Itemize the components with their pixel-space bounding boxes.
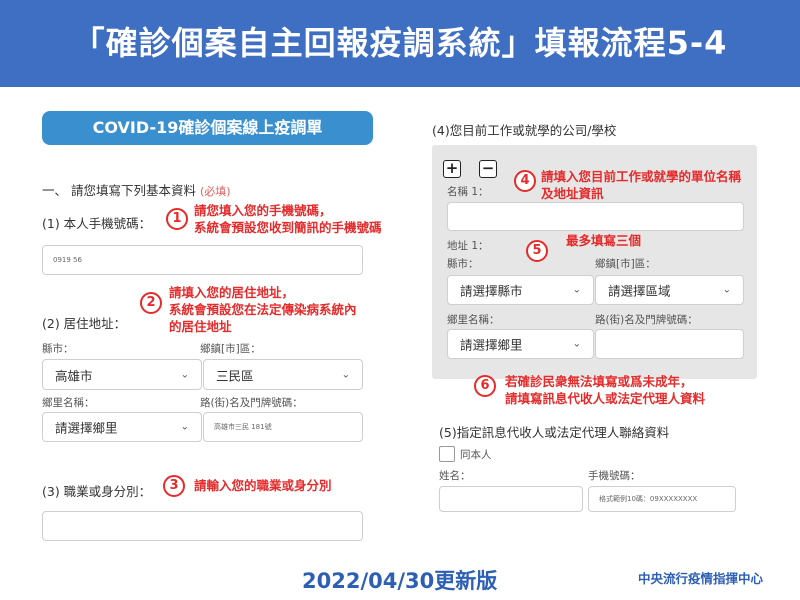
workplace-county-label: 縣市： bbox=[447, 258, 479, 270]
workplace-label: (4)您目前工作或就學的公司/學校 bbox=[432, 123, 617, 138]
form-title: COVID-19確診個案線上疫調單 bbox=[42, 111, 373, 145]
step-2-line-2: 系統會預設您在法定傳染病系統內 bbox=[169, 302, 357, 317]
step-6-line-1: 若確診民衆無法填寫或爲未成年， bbox=[505, 374, 693, 389]
workplace-village-select[interactable]: 請選擇鄉里 ⌄ bbox=[447, 329, 594, 359]
step-1-badge: 1 bbox=[166, 208, 188, 230]
chevron-down-icon: ⌄ bbox=[180, 369, 189, 380]
update-date: 2022/04/30更新版 bbox=[302, 569, 498, 593]
step-4-badge: 4 bbox=[514, 170, 536, 192]
chevron-down-icon: ⌄ bbox=[572, 284, 581, 296]
proxy-name-label: 姓名： bbox=[439, 470, 471, 482]
district-value: 三民區 bbox=[216, 368, 254, 383]
step-3-badge: 3 bbox=[163, 475, 185, 497]
workplace-street-input[interactable] bbox=[595, 329, 744, 359]
step-2-line-1: 請填入您的居住地址， bbox=[169, 285, 295, 300]
step-4-line-1: 請填入您目前工作或就學的單位名稱 bbox=[541, 169, 742, 184]
organization-name: 中央流行疫情指揮中心 bbox=[638, 571, 764, 586]
chevron-down-icon: ⌄ bbox=[572, 338, 581, 350]
workplace-county-value: 請選擇縣市 bbox=[460, 283, 523, 299]
proxy-phone-input[interactable]: 格式範例10碼：09XXXXXXXX bbox=[588, 486, 736, 512]
same-person-checkbox[interactable] bbox=[439, 446, 455, 462]
minus-icon[interactable]: − bbox=[479, 160, 497, 178]
workplace-address-label: 地址 1： bbox=[447, 240, 489, 252]
address-label: (2) 居住地址： bbox=[42, 316, 127, 331]
chevron-down-icon: ⌄ bbox=[722, 284, 731, 296]
chevron-down-icon: ⌄ bbox=[180, 421, 189, 433]
same-person-label: 同本人 bbox=[460, 449, 492, 461]
step-1-line-1: 請您填入您的手機號碼， bbox=[194, 203, 332, 218]
section-heading: 一、 請您填寫下列基本資料 (必填) bbox=[42, 180, 231, 199]
step-6-line-2: 請填寫訊息代收人或法定代理人資料 bbox=[505, 391, 706, 406]
workplace-name-label: 名稱 1： bbox=[447, 186, 489, 198]
header-banner: 「確診個案自主回報疫調系統」填報流程5-4 bbox=[0, 0, 800, 87]
step-3-note: 請輸入您的職業或身分別 bbox=[194, 478, 332, 493]
occupation-label: (3) 職業或身分別： bbox=[42, 484, 152, 499]
workplace-district-label: 鄉鎮[市]區： bbox=[595, 258, 656, 270]
plus-icon[interactable]: + bbox=[443, 160, 461, 178]
step-6-badge: 6 bbox=[474, 375, 496, 397]
district-label: 鄉鎮[市]區： bbox=[200, 343, 261, 355]
district-select[interactable]: 三民區 ⌄ bbox=[203, 359, 363, 390]
street-input[interactable]: 高雄市三民 181號 bbox=[203, 412, 363, 442]
village-select[interactable]: 請選擇鄉里 ⌄ bbox=[42, 412, 202, 442]
chevron-down-icon: ⌄ bbox=[341, 369, 350, 380]
proxy-phone-label: 手機號碼： bbox=[588, 470, 641, 482]
workplace-name-input[interactable] bbox=[447, 202, 744, 231]
county-value: 高雄市 bbox=[55, 368, 93, 383]
step-4-line-2: 及地址資訊 bbox=[541, 186, 604, 201]
step-5-note: 最多填寫三個 bbox=[566, 233, 642, 248]
step-1-line-2: 系統會預設您收到簡訊的手機號碼 bbox=[194, 220, 382, 235]
phone-value: 0919 56 bbox=[53, 256, 82, 264]
street-value: 高雄市三民 181號 bbox=[214, 423, 272, 431]
phone-label: (1) 本人手機號碼： bbox=[42, 216, 152, 231]
required-note: (必填) bbox=[199, 185, 231, 198]
page-title: 「確診個案自主回報疫調系統」填報流程5-4 bbox=[72, 24, 728, 62]
step-2-badge: 2 bbox=[140, 292, 162, 314]
county-label: 縣市： bbox=[42, 343, 74, 355]
step-5-badge: 5 bbox=[526, 240, 548, 262]
occupation-input[interactable] bbox=[42, 511, 363, 541]
proxy-phone-placeholder: 格式範例10碼：09XXXXXXXX bbox=[599, 495, 698, 503]
section-heading-text: 一、 請您填寫下列基本資料 bbox=[42, 183, 196, 198]
phone-input[interactable]: 0919 56 bbox=[42, 245, 363, 275]
workplace-district-value: 請選擇區域 bbox=[608, 283, 671, 299]
step-2-note: 請填入您的居住地址， 系統會預設您在法定傳染病系統內 的居住地址 bbox=[169, 284, 357, 335]
proxy-label: (5)指定訊息代收人或法定代理人聯絡資料 bbox=[439, 425, 670, 440]
workplace-village-value: 請選擇鄉里 bbox=[460, 337, 523, 353]
workplace-street-label: 路(街)名及門牌號碼： bbox=[595, 314, 698, 326]
village-value: 請選擇鄉里 bbox=[55, 420, 118, 436]
village-label: 鄉里名稱： bbox=[42, 397, 95, 409]
step-1-note: 請您填入您的手機號碼， 系統會預設您收到簡訊的手機號碼 bbox=[194, 202, 382, 236]
step-6-note: 若確診民衆無法填寫或爲未成年， 請填寫訊息代收人或法定代理人資料 bbox=[505, 373, 705, 407]
street-label: 路(街)名及門牌號碼： bbox=[200, 397, 303, 409]
proxy-name-input[interactable] bbox=[439, 486, 583, 512]
workplace-district-select[interactable]: 請選擇區域 ⌄ bbox=[595, 275, 744, 305]
step-4-note: 請填入您目前工作或就學的單位名稱 及地址資訊 bbox=[541, 168, 741, 202]
step-2-line-3: 的居住地址 bbox=[169, 319, 232, 334]
workplace-village-label: 鄉里名稱： bbox=[447, 314, 500, 326]
workplace-county-select[interactable]: 請選擇縣市 ⌄ bbox=[447, 275, 594, 305]
county-select[interactable]: 高雄市 ⌄ bbox=[42, 359, 202, 390]
